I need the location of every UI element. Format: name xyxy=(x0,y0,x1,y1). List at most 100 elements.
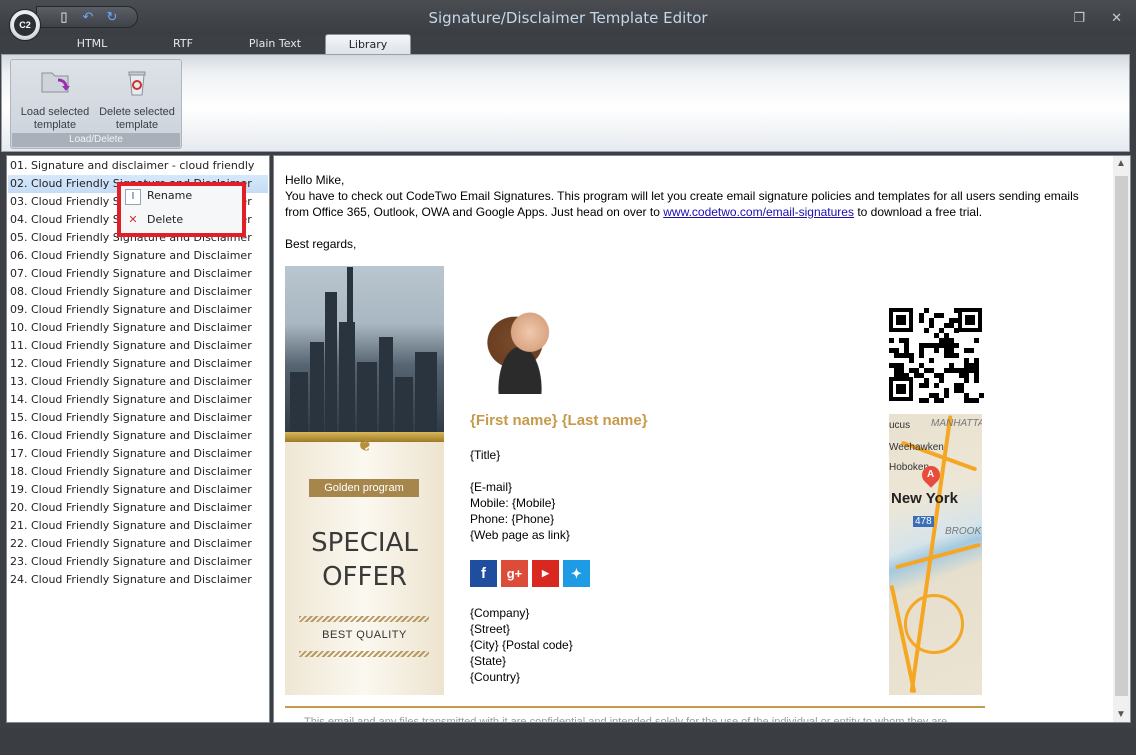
load-label: Load selected template xyxy=(20,106,90,131)
skyline-building xyxy=(325,292,337,432)
map-label-ucus: ucus xyxy=(889,420,911,431)
qr-module xyxy=(939,398,944,403)
qr-module xyxy=(974,398,979,403)
list-item[interactable]: 21. Cloud Friendly Signature and Disclai… xyxy=(10,517,252,535)
qr-module xyxy=(934,348,939,353)
sig-title: {Title} xyxy=(470,448,501,462)
list-item[interactable]: 16. Cloud Friendly Signature and Disclai… xyxy=(10,427,252,445)
city-skyline-image xyxy=(285,266,444,432)
ribbon: Load selected template Delete selected t… xyxy=(1,54,1130,152)
qr-module xyxy=(934,383,939,388)
codetwo-link[interactable]: www.codetwo.com/email-signatures xyxy=(663,205,854,219)
list-item[interactable]: 08. Cloud Friendly Signature and Disclai… xyxy=(10,283,252,301)
best-quality-label: BEST QUALITY xyxy=(322,629,407,641)
list-item[interactable]: 20. Cloud Friendly Signature and Disclai… xyxy=(10,499,252,517)
delete-menu-item[interactable]: ✕ Delete xyxy=(125,210,183,230)
delete-selected-template-button[interactable]: Delete selected template xyxy=(95,62,179,132)
email-body: Hello Mike, You have to check out CodeTw… xyxy=(285,172,1097,252)
qr-module xyxy=(919,318,924,323)
twitter-icon[interactable]: ✦ xyxy=(563,560,590,587)
tab-plain-text[interactable]: Plain Text xyxy=(240,34,310,54)
tab-rtf[interactable]: RTF xyxy=(155,34,211,54)
qr-module xyxy=(939,313,944,318)
window-title: Signature/Disclaimer Template Editor xyxy=(428,9,708,27)
map-label-brooklyn: BROOK xyxy=(945,526,982,537)
status-bar xyxy=(0,728,1136,755)
map-label-weehawken: Weehawken xyxy=(889,442,944,453)
qr-module xyxy=(974,338,979,343)
skyline-building xyxy=(357,362,377,432)
sig-web: {Web page as link} xyxy=(470,528,570,542)
list-item[interactable]: 19. Cloud Friendly Signature and Disclai… xyxy=(10,481,252,499)
bow-icon: ❦ xyxy=(356,434,374,456)
qr-module xyxy=(969,348,974,353)
qr-module xyxy=(954,353,959,358)
skyline-building xyxy=(395,377,413,432)
map-pin-label: A xyxy=(927,469,935,480)
tab-html[interactable]: HTML xyxy=(62,34,122,54)
scroll-down-icon[interactable]: ▼ xyxy=(1116,709,1126,720)
qr-module xyxy=(964,378,969,383)
youtube-icon[interactable]: ▶ xyxy=(532,560,559,587)
list-item[interactable]: 18. Cloud Friendly Signature and Disclai… xyxy=(10,463,252,481)
vertical-scrollbar[interactable]: ▲ ▼ xyxy=(1113,156,1130,722)
list-item[interactable]: 13. Cloud Friendly Signature and Disclai… xyxy=(10,373,252,391)
list-item[interactable]: 12. Cloud Friendly Signature and Disclai… xyxy=(10,355,252,373)
delete-label-menu: Delete xyxy=(147,213,184,226)
facebook-icon[interactable]: f xyxy=(470,560,497,587)
closing: Best regards, xyxy=(285,237,357,251)
sig-mobile: Mobile: {Mobile} xyxy=(470,496,556,510)
new-document-icon[interactable]: ▯ xyxy=(57,10,71,24)
list-item[interactable]: 11. Cloud Friendly Signature and Disclai… xyxy=(10,337,252,355)
list-item[interactable]: 01. Signature and disclaimer - cloud fri… xyxy=(10,157,254,175)
list-item[interactable]: 22. Cloud Friendly Signature and Disclai… xyxy=(10,535,252,553)
list-item[interactable]: 14. Cloud Friendly Signature and Disclai… xyxy=(10,391,252,409)
qr-module xyxy=(889,338,894,343)
qr-module xyxy=(896,315,906,325)
sig-email: {E-mail} xyxy=(470,480,513,494)
group-label: Load/Delete xyxy=(12,133,180,147)
qr-module xyxy=(904,373,909,378)
load-selected-template-button[interactable]: Load selected template xyxy=(15,62,95,132)
tab-library[interactable]: Library xyxy=(325,34,411,54)
sig-state: {State} xyxy=(470,654,507,668)
qr-module xyxy=(965,315,975,325)
list-item[interactable]: 17. Cloud Friendly Signature and Disclai… xyxy=(10,445,252,463)
signature-name: {First name} {Last name} xyxy=(470,412,648,429)
delete-label: Delete selected template xyxy=(99,106,175,131)
load-delete-group: Load selected template Delete selected t… xyxy=(10,59,182,149)
scroll-up-icon[interactable]: ▲ xyxy=(1116,158,1126,169)
qr-module xyxy=(939,378,944,383)
restore-icon[interactable]: ❐ xyxy=(1073,10,1085,26)
google-plus-icon[interactable]: g+ xyxy=(501,560,528,587)
qr-module xyxy=(924,383,929,388)
sig-street: {Street} xyxy=(470,622,511,636)
list-item[interactable]: 23. Cloud Friendly Signature and Disclai… xyxy=(10,553,252,571)
redo-icon[interactable]: ↻ xyxy=(105,10,119,24)
tab-strip: HTML RTF Plain Text Library xyxy=(0,34,1136,54)
template-list[interactable]: 01. Signature and disclaimer - cloud fri… xyxy=(6,155,270,723)
undo-icon[interactable]: ↶ xyxy=(81,10,95,24)
close-icon[interactable]: ✕ xyxy=(1111,10,1122,26)
qr-module xyxy=(924,328,929,333)
qr-module xyxy=(974,378,979,383)
list-item[interactable]: 07. Cloud Friendly Signature and Disclai… xyxy=(10,265,252,283)
context-menu: I Rename ✕ Delete xyxy=(117,182,246,237)
qr-module xyxy=(909,358,914,363)
scroll-thumb[interactable] xyxy=(1115,176,1128,696)
sig-company: {Company} xyxy=(470,606,530,620)
qr-module xyxy=(954,328,959,333)
list-item[interactable]: 24. Cloud Friendly Signature and Disclai… xyxy=(10,571,252,589)
list-item[interactable]: 09. Cloud Friendly Signature and Disclai… xyxy=(10,301,252,319)
load-folder-icon xyxy=(41,72,70,93)
list-item[interactable]: 06. Cloud Friendly Signature and Disclai… xyxy=(10,247,252,265)
qr-module xyxy=(944,393,949,398)
title-bar: Signature/Disclaimer Template Editor ▯ ↶… xyxy=(0,0,1136,34)
rename-icon: I xyxy=(125,189,141,205)
map-label-manhattan: MANHATTA xyxy=(931,418,982,429)
qr-module xyxy=(954,308,959,313)
list-item[interactable]: 10. Cloud Friendly Signature and Disclai… xyxy=(10,319,252,337)
app-menu-button[interactable]: C2 xyxy=(9,9,41,41)
list-item[interactable]: 15. Cloud Friendly Signature and Disclai… xyxy=(10,409,252,427)
rename-menu-item[interactable]: I Rename xyxy=(125,186,192,206)
